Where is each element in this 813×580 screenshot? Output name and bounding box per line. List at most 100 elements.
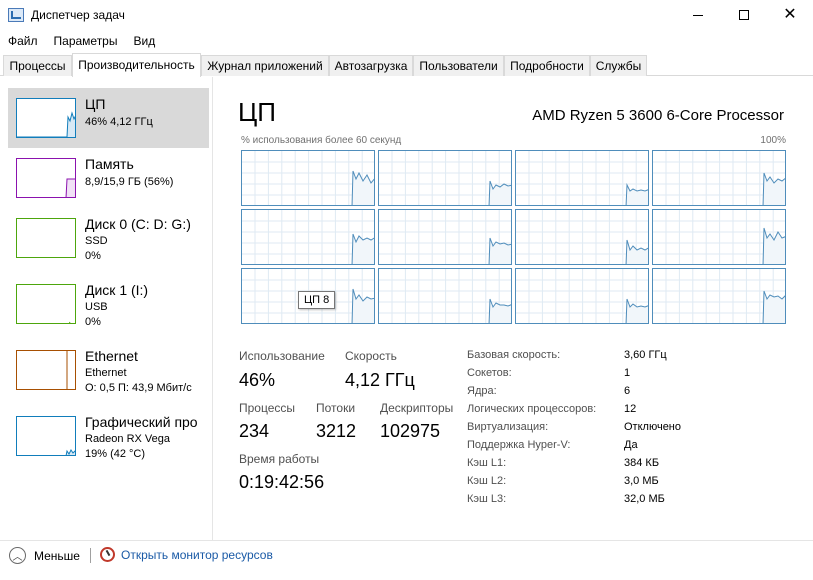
spec-label: Сокетов: <box>467 367 512 379</box>
spec-label: Кэш L2: <box>467 475 507 487</box>
spec-value: Да <box>624 439 638 451</box>
tab-bar: Процессы Производительность Журнал прило… <box>0 53 813 77</box>
spec-value: 3,60 ГГц <box>624 349 667 361</box>
resource-name: ЦП <box>85 96 106 112</box>
core-tooltip: ЦП 8 <box>298 291 336 309</box>
resource-name: Ethernet <box>85 348 138 364</box>
usage-label: Использование <box>239 349 325 363</box>
cpu-model: AMD Ryzen 5 3600 6-Core Processor <box>532 107 784 124</box>
resource-ethernet[interactable]: Ethernet Ethernet О: 0,5 П: 43,9 Мбит/с <box>8 340 211 400</box>
logical-processor-graph <box>652 150 786 206</box>
spec-label: Ядра: <box>467 385 497 397</box>
tab-users[interactable]: Пользователи <box>413 55 504 76</box>
resource-monitor-label: Открыть монитор ресурсов <box>121 547 273 562</box>
spec-label: Логических процессоров: <box>467 403 597 415</box>
ethernet-thumbnail-graph <box>16 350 76 390</box>
tab-details[interactable]: Подробности <box>504 55 590 76</box>
page-title: ЦП <box>238 97 276 127</box>
menu-options[interactable]: Параметры <box>46 31 126 51</box>
tab-services[interactable]: Службы <box>590 55 647 76</box>
spec-label: Кэш L1: <box>467 457 507 469</box>
maximize-icon <box>739 10 749 20</box>
speed-label: Скорость <box>345 349 397 363</box>
logical-processor-graph <box>515 268 649 324</box>
logical-processor-graph <box>378 268 512 324</box>
logical-processor-graph <box>241 150 375 206</box>
resource-disk-0[interactable]: Диск 0 (C: D: G:) SSD 0% <box>8 208 211 268</box>
speed-value: 4,12 ГГц <box>345 370 415 390</box>
menu-bar: Файл Параметры Вид <box>0 31 163 51</box>
spec-label: Виртуализация: <box>467 421 549 433</box>
disk1-thumbnail-graph <box>16 284 76 324</box>
resource-memory[interactable]: Память 8,9/15,9 ГБ (56%) <box>8 148 211 208</box>
logical-processor-graph <box>652 268 786 324</box>
resource-disk-1[interactable]: Диск 1 (I:) USB 0% <box>8 274 211 334</box>
logical-processor-graph <box>515 150 649 206</box>
resource-name: Диск 0 (C: D: G:) <box>85 216 191 232</box>
close-button[interactable]: ✕ <box>767 0 813 30</box>
spec-value: 384 КБ <box>624 457 660 469</box>
cpu-thumbnail-graph <box>16 98 76 138</box>
logical-processor-graph <box>652 209 786 265</box>
resource-list: ЦП 46% 4,12 ГГц Память 8,9/15,9 ГБ (56%)… <box>0 77 213 540</box>
minimize-icon <box>693 14 703 16</box>
handles-label: Дескрипторы <box>380 401 454 415</box>
spec-value: 6 <box>624 385 631 397</box>
resource-detail: 46% 4,12 ГГц <box>85 116 153 128</box>
memory-thumbnail-graph <box>16 158 76 198</box>
disk0-thumbnail-graph <box>16 218 76 258</box>
menu-file[interactable]: Файл <box>0 31 46 51</box>
window-title: Диспетчер задач <box>31 8 125 22</box>
logical-processor-graph <box>378 209 512 265</box>
logical-processor-graph <box>515 209 649 265</box>
spec-value: 12 <box>624 403 637 415</box>
spec-value: 32,0 МБ <box>624 493 665 505</box>
resource-detail: 0% <box>85 316 101 328</box>
tab-performance[interactable]: Производительность <box>72 53 201 77</box>
uptime-value: 0:19:42:56 <box>239 472 325 492</box>
spec-label: Базовая скорость: <box>467 349 561 361</box>
resource-monitor-icon <box>100 547 115 562</box>
fewer-details-button[interactable]: ︿ Меньше <box>9 547 80 564</box>
footer-divider <box>90 548 91 563</box>
task-manager-icon <box>8 8 24 22</box>
resource-name: Графический про <box>85 414 198 430</box>
tab-startup[interactable]: Автозагрузка <box>329 55 413 76</box>
logical-processor-graph <box>378 150 512 206</box>
logical-processor-graph <box>241 209 375 265</box>
footer-bar: ︿ Меньше Открыть монитор ресурсов <box>0 540 813 580</box>
tab-processes[interactable]: Процессы <box>3 55 72 76</box>
resource-detail: 8,9/15,9 ГБ (56%) <box>85 176 174 188</box>
open-resource-monitor-link[interactable]: Открыть монитор ресурсов <box>100 547 273 562</box>
gpu-thumbnail-graph <box>16 416 76 456</box>
resource-detail: USB <box>85 301 108 313</box>
menu-view[interactable]: Вид <box>125 31 163 51</box>
resource-detail: 19% (42 °C) <box>85 448 146 460</box>
spec-value: 1 <box>624 367 631 379</box>
resource-detail: 0% <box>85 250 101 262</box>
resource-name: Память <box>85 156 134 172</box>
cpu-detail-panel: ЦП AMD Ryzen 5 3600 6-Core Processor % и… <box>214 77 813 540</box>
graph-caption: % использования более 60 секунд <box>241 135 402 146</box>
tab-app-history[interactable]: Журнал приложений <box>201 55 329 76</box>
resource-detail: SSD <box>85 235 108 247</box>
maximize-button[interactable] <box>721 0 767 30</box>
resource-gpu[interactable]: Графический про Radeon RX Vega 19% (42 °… <box>8 406 211 466</box>
title-bar: Диспетчер задач ✕ <box>0 0 813 30</box>
processes-label: Процессы <box>239 401 296 415</box>
minimize-button[interactable] <box>675 0 721 30</box>
spec-label: Кэш L3: <box>467 493 507 505</box>
graph-max-label: 100% <box>760 135 786 146</box>
resource-detail: Ethernet <box>85 367 127 379</box>
resource-detail: О: 0,5 П: 43,9 Мбит/с <box>85 382 192 394</box>
resource-cpu[interactable]: ЦП 46% 4,12 ГГц <box>8 88 209 148</box>
usage-value: 46% <box>239 370 276 390</box>
resource-detail: Radeon RX Vega <box>85 433 171 445</box>
chevron-up-icon: ︿ <box>9 547 26 564</box>
threads-label: Потоки <box>316 401 356 415</box>
processes-value: 234 <box>239 421 270 441</box>
spec-label: Поддержка Hyper-V: <box>467 439 571 451</box>
spec-value: 3,0 МБ <box>624 475 659 487</box>
spec-value: Отключено <box>624 421 681 433</box>
close-icon: ✕ <box>783 6 797 23</box>
